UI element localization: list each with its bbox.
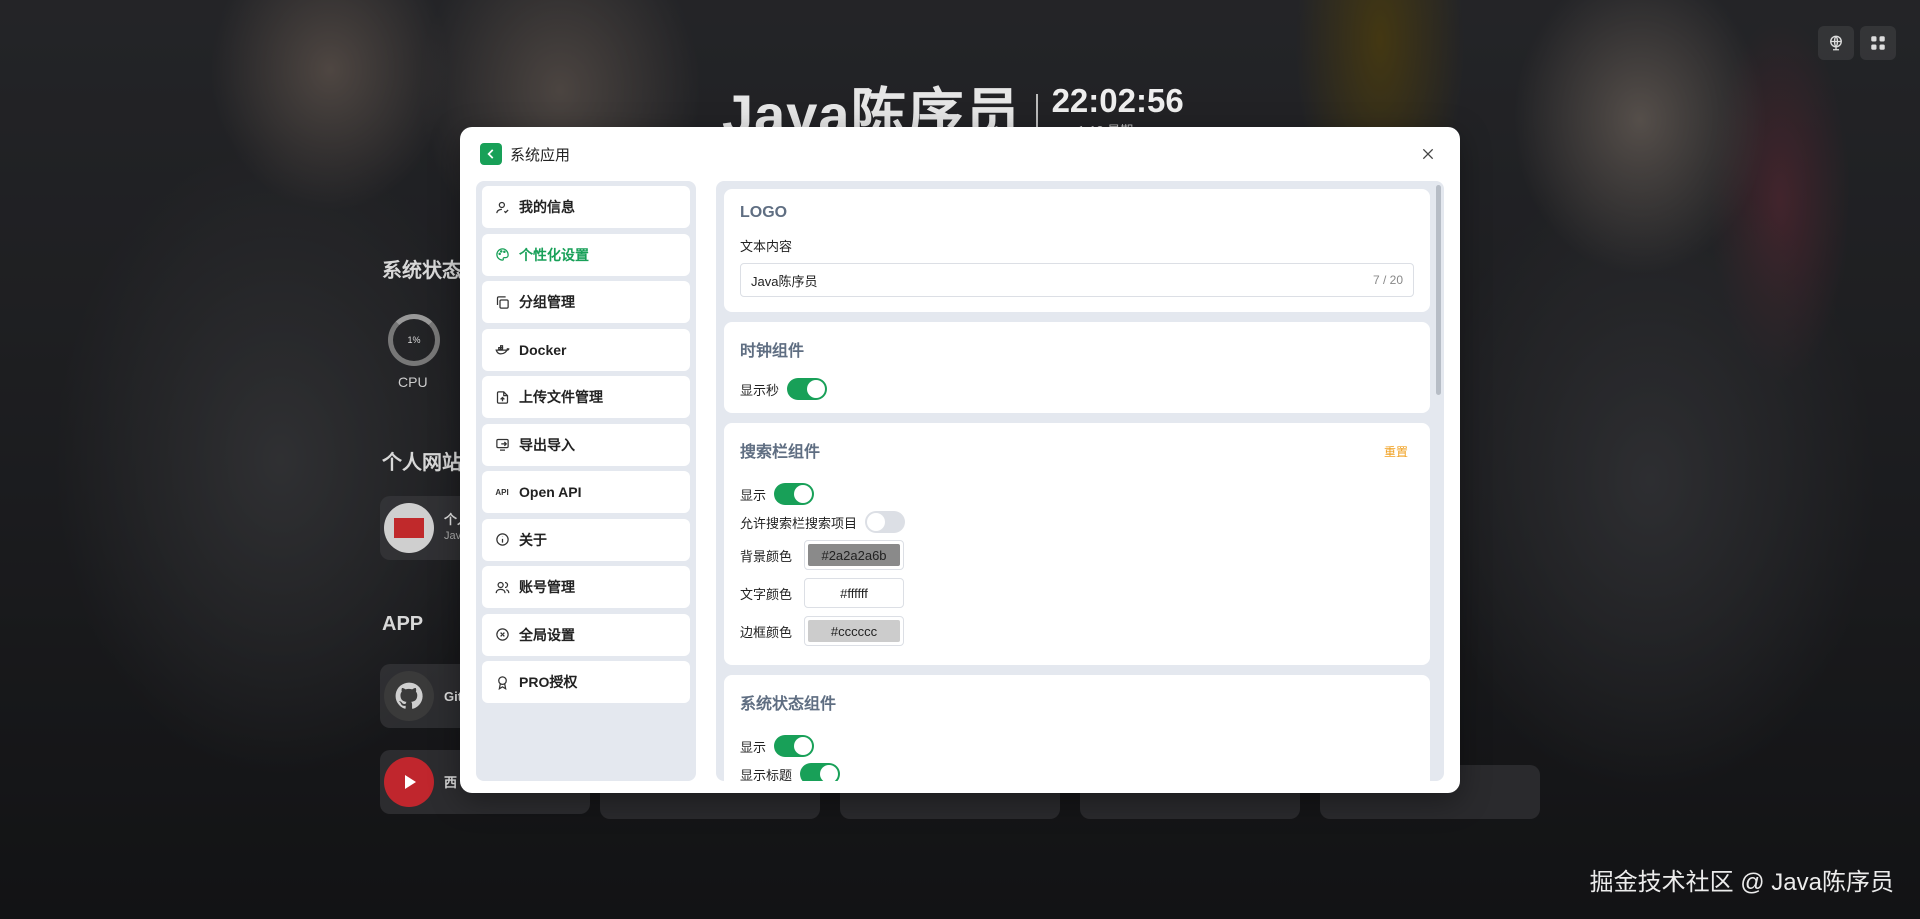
menu-item-about[interactable]: 关于 xyxy=(482,518,690,561)
header-separator xyxy=(1035,93,1038,128)
info-icon xyxy=(494,532,510,548)
award-icon xyxy=(494,674,510,690)
docker-icon xyxy=(494,342,510,358)
menu-item-my-info[interactable]: 我的信息 xyxy=(482,186,690,228)
menu-item-label: 分组管理 xyxy=(519,294,575,310)
system-status-title: 系统状态 xyxy=(382,260,462,282)
logo-text-label: 文本内容 xyxy=(740,239,793,254)
menu-item-label: 我的信息 xyxy=(519,199,575,215)
menu-item-label: 个性化设置 xyxy=(519,246,589,263)
menu-item-upload-files[interactable]: 上传文件管理 xyxy=(482,376,690,418)
text-color-value: #ffffff xyxy=(808,582,901,604)
menu-item-groups[interactable]: 分组管理 xyxy=(482,281,690,323)
content-scrollbar[interactable] xyxy=(1436,185,1441,395)
menu-item-accounts[interactable]: 账号管理 xyxy=(482,566,690,608)
search-show-label: 显示 xyxy=(740,487,767,503)
menu-item-label: PRO授权 xyxy=(519,674,578,690)
search-show-toggle[interactable] xyxy=(774,483,815,505)
menu-item-label: 全局设置 xyxy=(519,626,575,643)
menu-item-docker[interactable]: Docker xyxy=(482,328,690,371)
globe-icon[interactable] xyxy=(1818,26,1854,60)
apps-grid-icon[interactable] xyxy=(1860,26,1896,60)
close-icon[interactable] xyxy=(1416,142,1440,166)
menu-item-label: 关于 xyxy=(519,531,547,548)
char-counter: 7 / 20 xyxy=(1372,273,1403,287)
menu-item-global-settings[interactable]: 全局设置 xyxy=(482,613,690,656)
clock-settings-card: 时钟组件 显示秒 xyxy=(724,322,1430,413)
card-title: LOGO xyxy=(740,204,788,221)
status-show-label: 显示 xyxy=(740,739,767,755)
modal-title: 系统应用 xyxy=(510,146,571,164)
app-logo-icon xyxy=(480,143,502,165)
reset-button[interactable]: 重置 xyxy=(1384,443,1408,460)
copy-icon xyxy=(494,294,510,310)
app-section-title: APP xyxy=(382,613,424,635)
show-seconds-toggle[interactable] xyxy=(787,378,828,400)
play-icon xyxy=(384,757,434,807)
top-toolbar xyxy=(1818,26,1896,60)
cpu-percent: 1% xyxy=(407,335,421,345)
api-icon: API xyxy=(495,487,509,497)
border-color-value: #cccccc xyxy=(808,620,901,642)
settings-icon xyxy=(494,627,510,643)
modal-header: 系统应用 xyxy=(460,127,1460,181)
modal-body: 我的信息 个性化设置 分组管理 Docker 上传文件管理 导出导入 API O… xyxy=(476,181,1444,781)
logo-settings-card: LOGO 文本内容 Java陈序员 7 / 20 xyxy=(724,189,1430,312)
menu-item-personalization[interactable]: 个性化设置 xyxy=(482,233,690,276)
border-color-label: 边框颜色 xyxy=(740,624,793,640)
menu-item-label: Docker xyxy=(519,341,567,358)
menu-item-export-import[interactable]: 导出导入 xyxy=(482,423,690,466)
allow-search-items-label: 允许搜索栏搜索项目 xyxy=(740,515,858,531)
users-icon xyxy=(494,579,510,595)
menu-item-open-api[interactable]: API Open API xyxy=(482,471,690,513)
export-icon xyxy=(494,437,510,453)
search-bar-settings-card: 搜索栏组件 重置 显示 允许搜索栏搜索项目 背景颜色 #2a2a2a6b 文字颜… xyxy=(724,423,1430,665)
settings-content: LOGO 文本内容 Java陈序员 7 / 20 时钟组件 显示秒 搜索栏组件 … xyxy=(716,181,1444,781)
logo-text-value: Java陈序员 xyxy=(751,273,818,289)
cpu-gauge: 1% xyxy=(388,314,440,366)
bg-color-picker[interactable]: #2a2a2a6b xyxy=(804,540,905,570)
app-tile-xigua-label: 西 xyxy=(444,774,458,790)
menu-item-label: 账号管理 xyxy=(519,579,575,595)
logo-text-input[interactable]: Java陈序员 7 / 20 xyxy=(740,263,1414,297)
card-title: 系统状态组件 xyxy=(740,696,837,713)
settings-menu: 我的信息 个性化设置 分组管理 Docker 上传文件管理 导出导入 API O… xyxy=(476,181,696,781)
border-color-picker[interactable]: #cccccc xyxy=(804,616,905,646)
show-seconds-label: 显示秒 xyxy=(740,382,780,398)
menu-item-label: 导出导入 xyxy=(519,436,575,453)
user-icon xyxy=(494,199,510,215)
system-status-settings-card: 系统状态组件 显示 显示标题 xyxy=(724,675,1430,781)
palette-icon xyxy=(494,247,510,263)
file-upload-icon xyxy=(494,389,510,405)
bg-color-label: 背景颜色 xyxy=(740,548,793,564)
card-title: 搜索栏组件 xyxy=(740,444,821,461)
personal-sites-title: 个人网站 xyxy=(382,452,462,474)
text-color-picker[interactable]: #ffffff xyxy=(804,578,905,608)
clock-time: 22:02:56 xyxy=(1051,82,1184,119)
allow-search-items-toggle[interactable] xyxy=(865,511,906,533)
card-title: 时钟组件 xyxy=(740,343,805,360)
github-icon xyxy=(384,671,434,721)
status-show-title-toggle[interactable] xyxy=(800,763,841,781)
text-color-label: 文字颜色 xyxy=(740,586,793,602)
menu-item-pro-license[interactable]: PRO授权 xyxy=(482,661,690,703)
menu-item-label: 上传文件管理 xyxy=(519,389,603,405)
cpu-label: CPU xyxy=(398,374,428,390)
watermark: 掘金技术社区 @ Java陈序员 xyxy=(1589,869,1894,896)
system-apps-modal: 系统应用 我的信息 个性化设置 分组管理 Docker 上传文件管理 导出导入 … xyxy=(460,127,1460,793)
status-show-title-label: 显示标题 xyxy=(740,767,793,782)
menu-item-label: Open API xyxy=(519,484,582,500)
site-avatar-icon xyxy=(384,503,434,553)
status-show-toggle[interactable] xyxy=(774,735,815,757)
bg-color-value: #2a2a2a6b xyxy=(808,544,901,566)
